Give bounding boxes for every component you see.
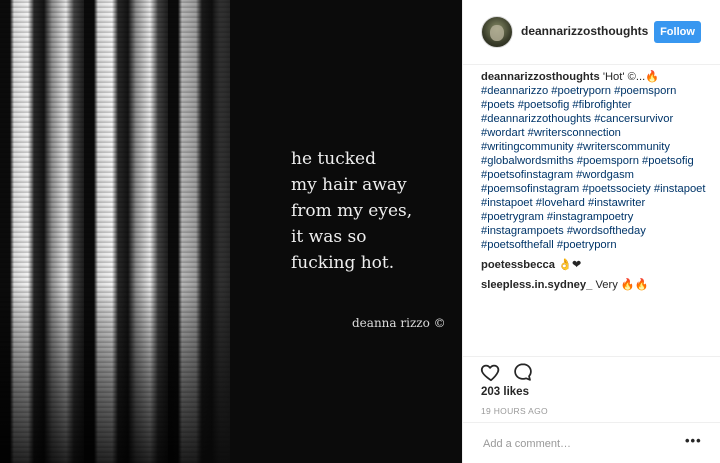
- poem-line: from my eyes,: [291, 201, 413, 221]
- image-shadow: [170, 0, 260, 463]
- caption-text: 'Hot' ©...🔥: [602, 71, 660, 83]
- comment-item: sleepless.in.sydney_ Very 🔥🔥: [481, 278, 707, 292]
- comment-input[interactable]: [481, 433, 675, 455]
- caption: deannarizzosthoughts 'Hot' ©...🔥 #deanna…: [481, 70, 707, 252]
- add-comment-bar: •••: [463, 422, 720, 463]
- poem-line: my hair away: [291, 175, 407, 195]
- poem-line: fucking hot.: [291, 253, 395, 273]
- comment-text: Very 🔥🔥: [595, 279, 649, 291]
- post-header: deannarizzosthoughts Follow: [463, 0, 720, 65]
- comment-username[interactable]: sleepless.in.sydney_: [481, 279, 592, 291]
- post-image[interactable]: he tucked my hair away from my eyes, it …: [0, 0, 462, 463]
- comment-text: 👌❤: [558, 259, 582, 271]
- comment-username[interactable]: poetessbecca: [481, 259, 555, 271]
- heart-icon[interactable]: [480, 361, 502, 383]
- poem-text: he tucked my hair away from my eyes, it …: [291, 146, 412, 276]
- poem-line: he tucked: [291, 149, 376, 169]
- actions-divider: [463, 356, 720, 358]
- image-signature: deanna rizzo ©: [352, 316, 446, 330]
- poem-line: it was so: [291, 227, 367, 247]
- comments-list: deannarizzosthoughts 'Hot' ©...🔥 #deanna…: [481, 70, 707, 298]
- follow-button[interactable]: Follow: [654, 21, 701, 43]
- comment-item: poetessbecca 👌❤: [481, 258, 707, 272]
- avatar[interactable]: [481, 16, 513, 48]
- caption-hashtags[interactable]: #deannarizzo #poetryporn #poemsporn #poe…: [481, 84, 707, 252]
- likes-count[interactable]: 203 likes: [481, 386, 529, 398]
- post-timestamp[interactable]: 19 HOURS AGO: [481, 406, 548, 416]
- caption-username[interactable]: deannarizzosthoughts: [481, 71, 600, 83]
- header-username[interactable]: deannarizzosthoughts: [521, 24, 648, 38]
- comment-icon[interactable]: [512, 361, 534, 383]
- more-options-icon[interactable]: •••: [685, 433, 702, 448]
- post-side-panel: deannarizzosthoughts Follow deannarizzos…: [462, 0, 720, 463]
